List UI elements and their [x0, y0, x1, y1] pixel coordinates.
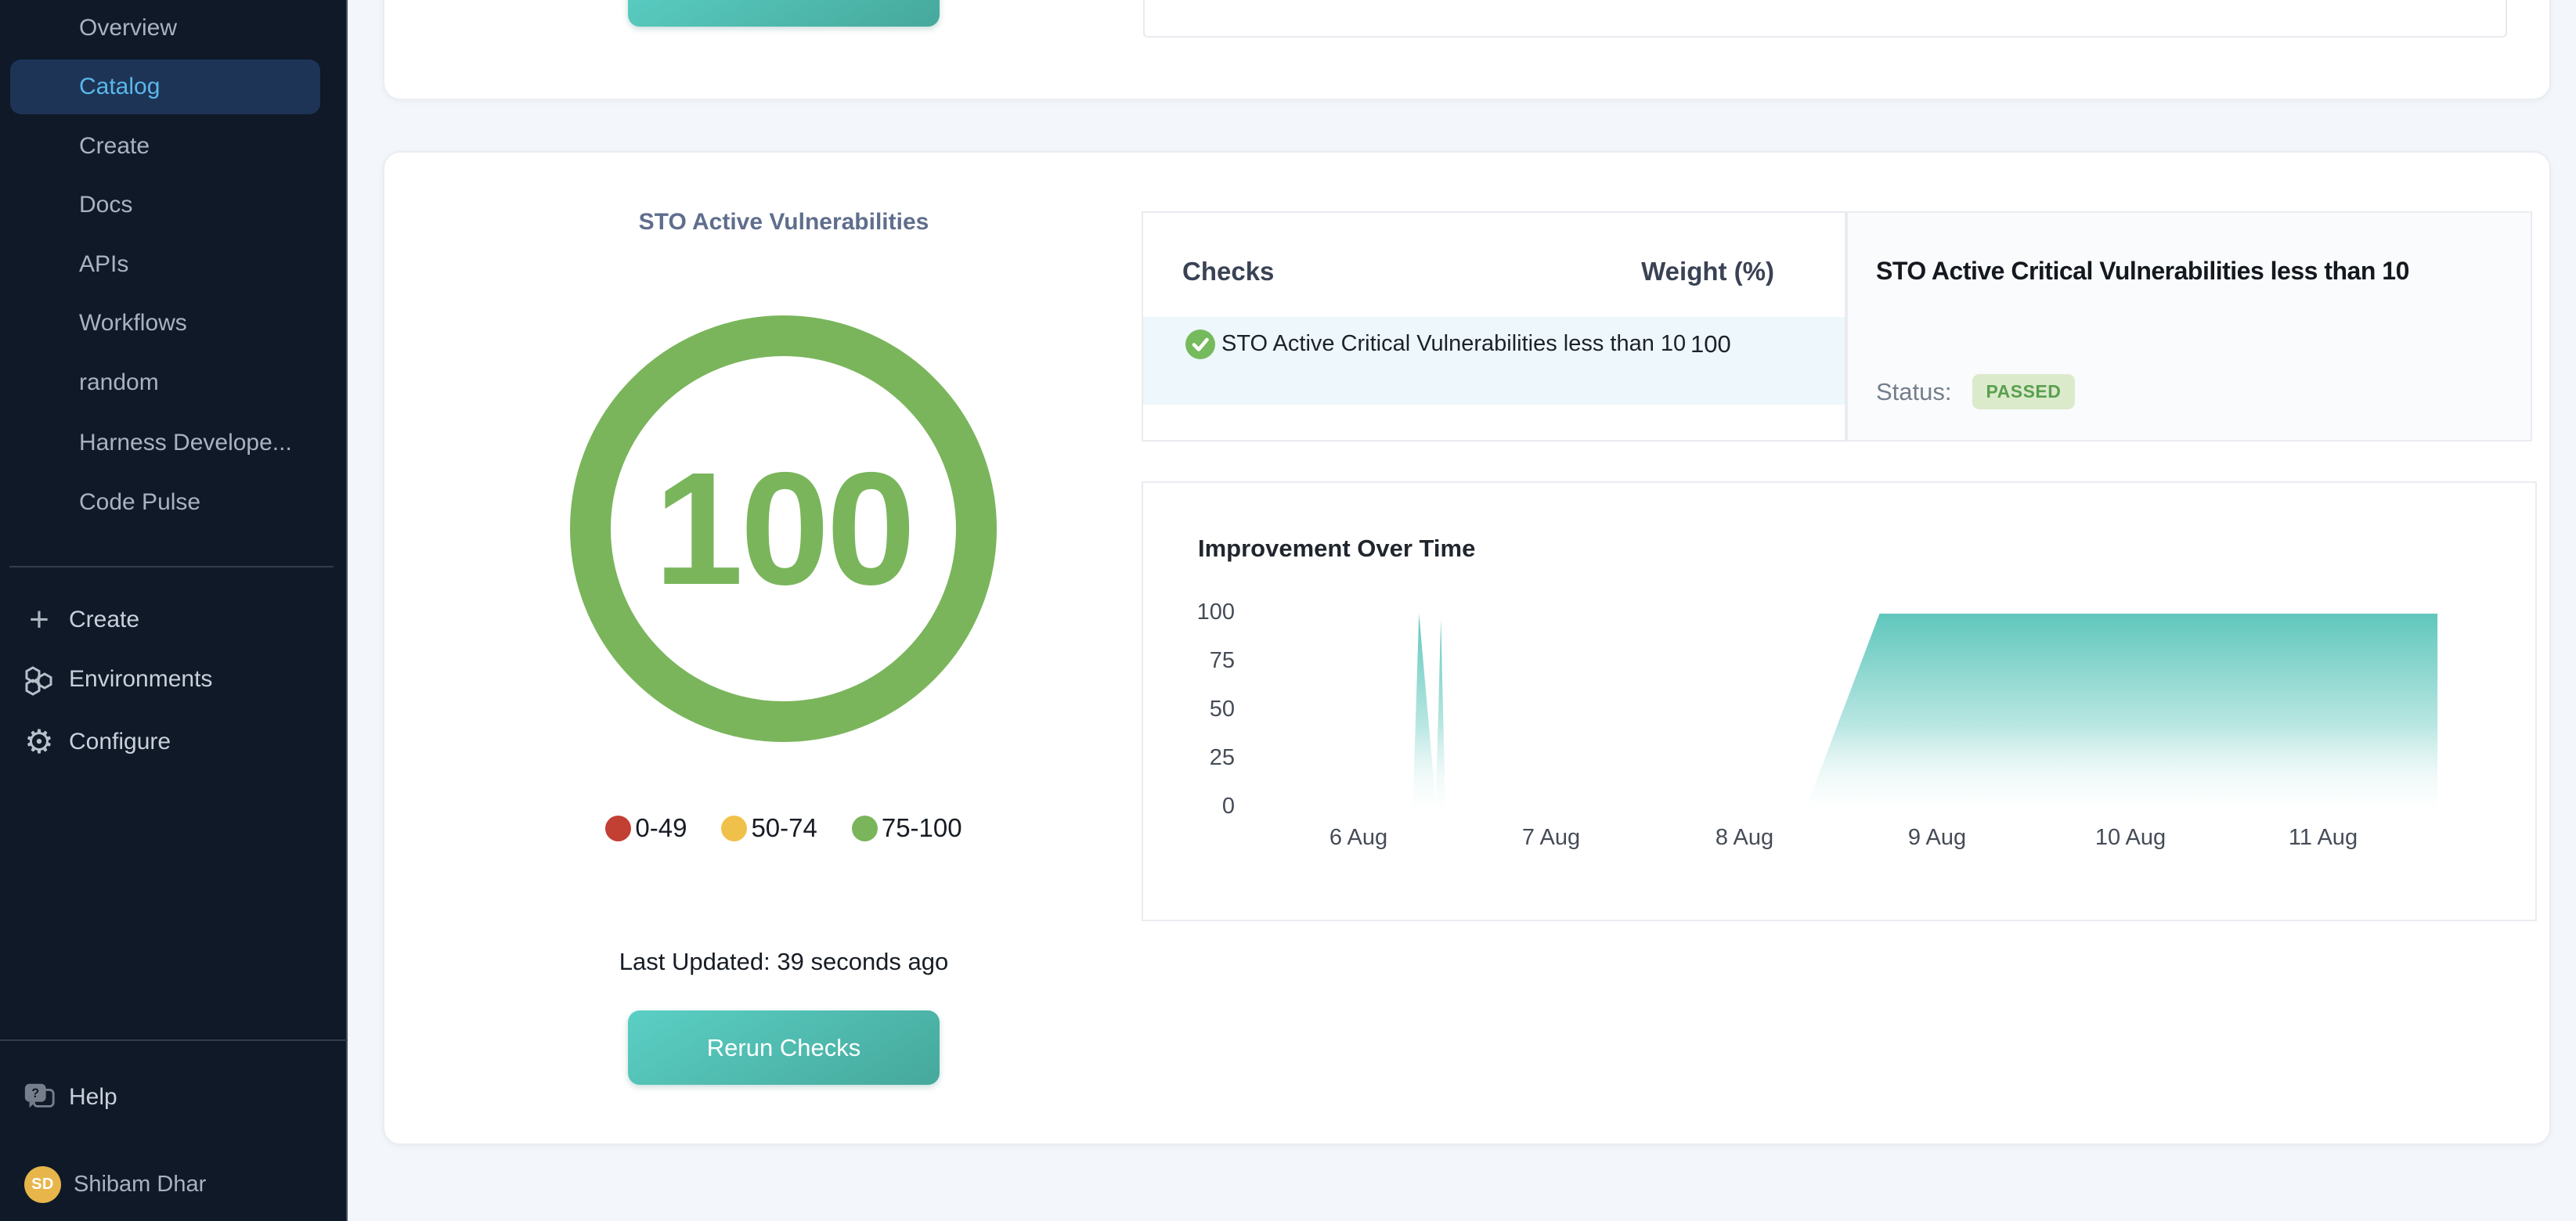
- sidebar-action-create[interactable]: + Create: [0, 592, 348, 647]
- y-tick-label: 50: [1163, 697, 1235, 722]
- legend-item-medium: 50-74: [721, 813, 817, 843]
- rerun-checks-button-partial[interactable]: [628, 0, 940, 27]
- score-legend: 0-49 50-74 75-100: [384, 813, 1183, 843]
- sidebar-item-label: Code Pulse: [79, 489, 200, 516]
- check-detail-title: STO Active Critical Vulnerabilities less…: [1876, 257, 2409, 286]
- sidebar-action-configure[interactable]: ⚙ Configure: [0, 715, 348, 769]
- check-detail-panel: STO Active Critical Vulnerabilities less…: [1846, 211, 2532, 441]
- scorecard-title: STO Active Vulnerabilities: [384, 209, 1183, 236]
- sidebar: Overview Catalog Create Docs APIs Workfl…: [0, 0, 348, 1221]
- x-tick-label: 11 Aug: [2268, 825, 2378, 851]
- user-name[interactable]: Shibam Dhar: [74, 1157, 206, 1212]
- legend-label: 75-100: [882, 813, 962, 843]
- checks-column-header: Checks: [1182, 257, 1274, 286]
- checks-table-partial: [1143, 0, 2507, 38]
- sidebar-item-label: Workflows: [79, 310, 187, 337]
- sidebar-action-label: Environments: [69, 666, 212, 693]
- improvement-chart-plot: [1143, 483, 2538, 923]
- sidebar-item-apis[interactable]: APIs: [10, 237, 320, 292]
- check-weight: 100: [1690, 330, 1731, 358]
- status-label: Status:: [1876, 378, 1952, 406]
- checks-table: Checks Weight (%) STO Active Critical Vu…: [1142, 211, 1846, 441]
- status-row: Status: PASSED: [1876, 374, 2075, 409]
- sidebar-item-docs[interactable]: Docs: [10, 178, 320, 232]
- x-tick-label: 6 Aug: [1304, 825, 1413, 851]
- check-name: STO Active Critical Vulnerabilities less…: [1221, 328, 1738, 360]
- sidebar-divider: [9, 566, 334, 567]
- score-gauge: 100: [570, 315, 997, 742]
- rerun-checks-label: Rerun Checks: [707, 1034, 860, 1062]
- sidebar-item-code-pulse[interactable]: Code Pulse: [10, 475, 320, 530]
- sidebar-item-overview[interactable]: Overview: [10, 1, 320, 56]
- sidebar-item-label: Create: [79, 133, 150, 160]
- sidebar-item-label: APIs: [79, 251, 128, 278]
- help-chat-icon: ?: [22, 1080, 56, 1115]
- sidebar-item-create[interactable]: Create: [10, 119, 320, 174]
- x-tick-label: 7 Aug: [1496, 825, 1606, 851]
- avatar[interactable]: SD: [24, 1166, 61, 1203]
- legend-dot-red: [605, 816, 631, 841]
- help-label: Help: [69, 1084, 117, 1111]
- sidebar-item-workflows[interactable]: Workflows: [10, 296, 320, 351]
- gear-icon: ⚙: [22, 725, 56, 759]
- sidebar-action-environments[interactable]: Environments: [0, 652, 348, 707]
- x-tick-label: 8 Aug: [1690, 825, 1799, 851]
- previous-scorecard-card: [383, 0, 2551, 100]
- last-updated-text: Last Updated: 39 seconds ago: [384, 948, 1183, 976]
- sidebar-action-label: Create: [69, 607, 139, 633]
- sidebar-help[interactable]: ? Help: [0, 1070, 348, 1125]
- x-tick-label: 10 Aug: [2076, 825, 2185, 851]
- sidebar-item-label: Overview: [79, 15, 177, 41]
- sidebar-action-label: Configure: [69, 729, 171, 755]
- avatar-initials: SD: [31, 1176, 54, 1194]
- sidebar-divider: [0, 1039, 348, 1041]
- sidebar-item-harness-developer[interactable]: Harness Develope...: [10, 416, 320, 470]
- legend-label: 0-49: [635, 813, 687, 843]
- legend-dot-green: [852, 816, 878, 841]
- sidebar-item-random[interactable]: random: [10, 355, 320, 410]
- plus-icon: +: [22, 603, 56, 637]
- improvement-chart-card: Improvement Over Time 100 75 50 25 0 6 A…: [1142, 481, 2537, 921]
- weight-column-header: Weight (%): [1641, 257, 1774, 286]
- scorecard-card: STO Active Vulnerabilities 100 0-49 50-7…: [383, 151, 2551, 1145]
- check-circle-icon: [1185, 330, 1215, 359]
- legend-label: 50-74: [751, 813, 817, 843]
- sidebar-item-label: Harness Develope...: [79, 430, 292, 456]
- environments-icon: [22, 662, 56, 697]
- sidebar-item-label: Catalog: [79, 74, 160, 100]
- check-row[interactable]: STO Active Critical Vulnerabilities less…: [1143, 317, 1845, 405]
- status-badge: PASSED: [1972, 374, 2076, 409]
- y-tick-label: 0: [1163, 794, 1235, 819]
- score-value: 100: [654, 437, 912, 621]
- rerun-checks-button[interactable]: Rerun Checks: [628, 1010, 940, 1085]
- x-tick-label: 9 Aug: [1882, 825, 1992, 851]
- legend-item-high: 75-100: [852, 813, 962, 843]
- y-tick-label: 100: [1163, 600, 1235, 625]
- legend-item-low: 0-49: [605, 813, 687, 843]
- sidebar-item-catalog[interactable]: Catalog: [10, 59, 320, 114]
- legend-dot-yellow: [721, 816, 747, 841]
- svg-text:?: ?: [31, 1086, 39, 1100]
- sidebar-item-label: Docs: [79, 192, 132, 218]
- sidebar-item-label: random: [79, 369, 159, 396]
- checks-table-header: Checks Weight (%): [1182, 257, 1774, 286]
- y-tick-label: 25: [1163, 745, 1235, 771]
- y-tick-label: 75: [1163, 648, 1235, 674]
